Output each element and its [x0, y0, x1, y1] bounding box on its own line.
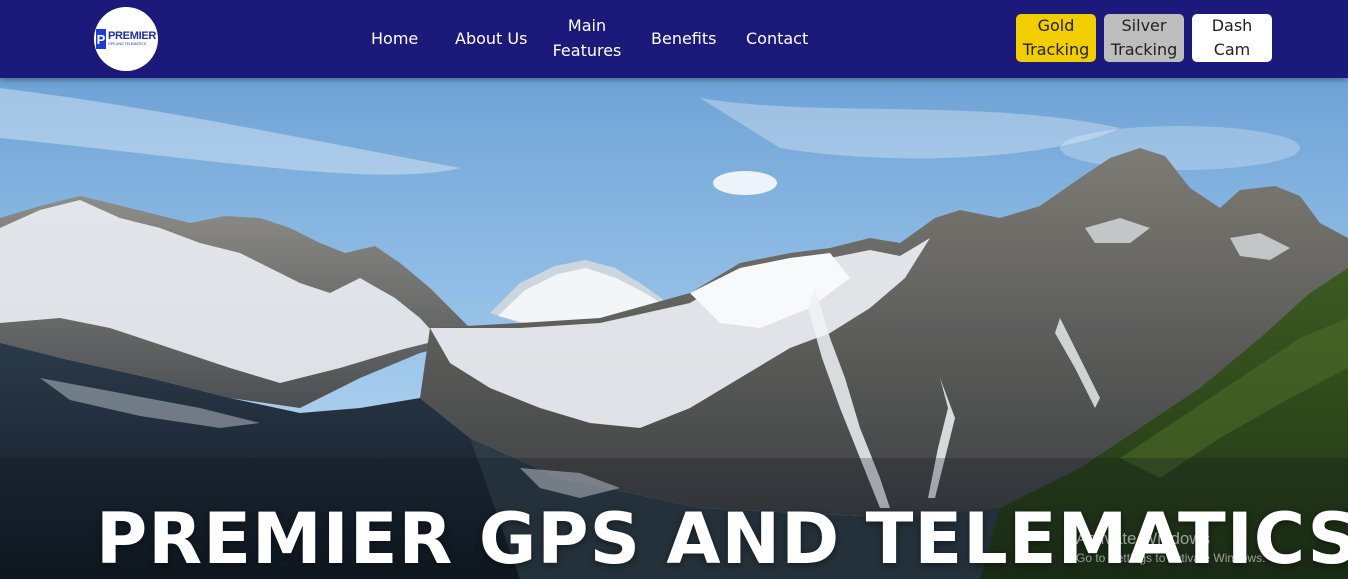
- silver-tracking-button[interactable]: Silver Tracking: [1104, 14, 1184, 62]
- gold-line2: Tracking: [1022, 40, 1090, 59]
- logo-word: PREMIER: [107, 30, 157, 43]
- logo-wordmark: PREMIER GPS AND TELEMATICS: [108, 31, 156, 47]
- dash-line2: Cam: [1213, 40, 1251, 59]
- nav-link-contact[interactable]: Contact: [746, 26, 808, 51]
- silver-line2: Tracking: [1110, 40, 1178, 59]
- nav-main-line2: Features: [552, 41, 622, 60]
- logo-letter: P: [95, 29, 106, 49]
- cloud: [713, 171, 777, 195]
- cloud: [1060, 126, 1300, 170]
- dash-line1: Dash: [1211, 16, 1253, 35]
- silver-line1: Silver: [1121, 16, 1167, 35]
- nav-link-home[interactable]: Home: [371, 26, 418, 51]
- activate-windows-watermark: Activate Windows Go to Settings to activ…: [1076, 528, 1265, 566]
- logo-subtitle: GPS AND TELEMATICS: [107, 42, 147, 47]
- gold-line1: Gold: [1037, 16, 1075, 35]
- gold-tracking-button[interactable]: Gold Tracking: [1016, 14, 1096, 62]
- dash-cam-button[interactable]: Dash Cam: [1192, 14, 1272, 62]
- nav-link-main-features[interactable]: Main Features: [550, 13, 624, 63]
- logo-mark: P PREMIER GPS AND TELEMATICS: [95, 29, 156, 49]
- top-navbar: P PREMIER GPS AND TELEMATICS Home About …: [0, 0, 1348, 78]
- watermark-title: Activate Windows: [1076, 529, 1211, 548]
- watermark-subtitle: Go to Settings to activate Windows.: [1076, 551, 1266, 565]
- nav-main-line1: Main: [567, 16, 607, 35]
- nav-link-benefits[interactable]: Benefits: [651, 26, 717, 51]
- nav-link-about-us[interactable]: About Us: [455, 26, 527, 51]
- premier-logo[interactable]: P PREMIER GPS AND TELEMATICS: [94, 7, 158, 71]
